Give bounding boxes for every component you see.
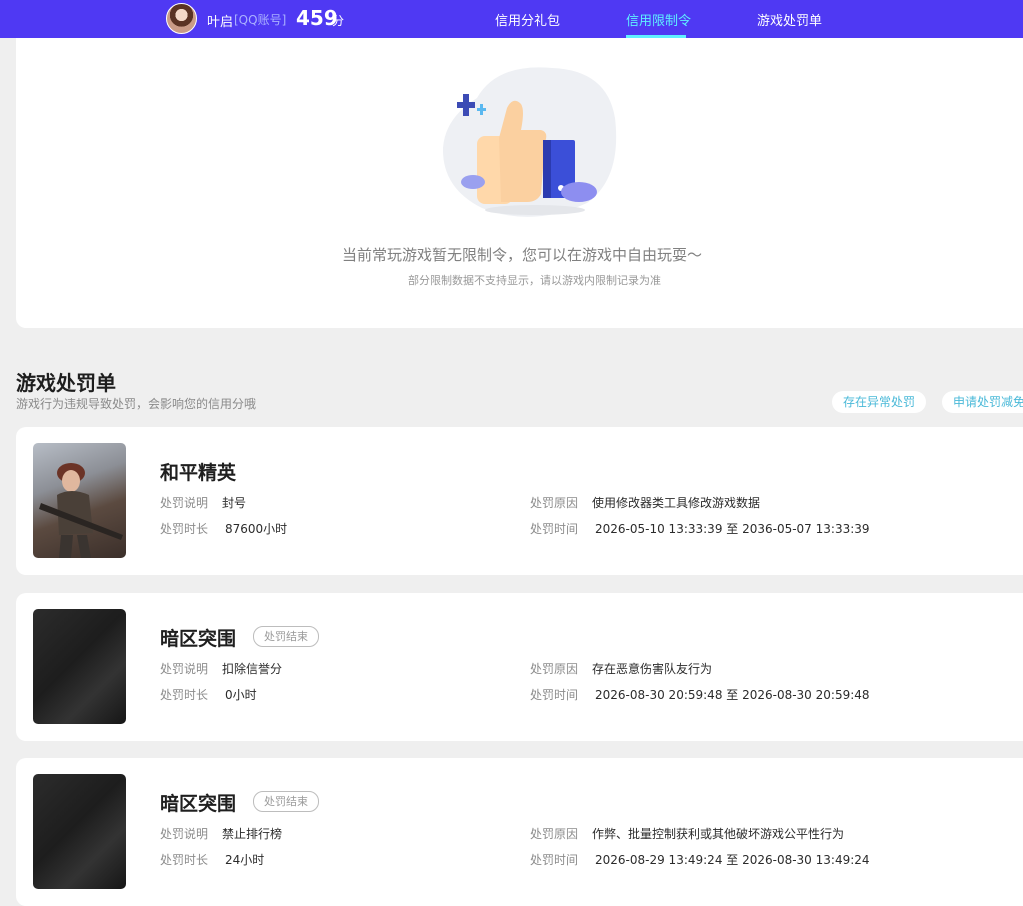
tab-credit-gift[interactable]: 信用分礼包 (495, 10, 560, 29)
penalty-section-subtitle: 游戏行为违规导致处罚，会影响您的信用分哦 (16, 397, 257, 411)
game-cover-image (33, 609, 126, 724)
time-label: 处罚时间 (530, 688, 579, 702)
game-name: 和平精英 (160, 462, 237, 484)
time-value: 2026-08-29 13:49:24 至 2026-08-30 13:49:2… (595, 853, 870, 867)
reason-value: 存在恶意伤害队友行为 (592, 662, 713, 676)
duration-value: 24小时 (225, 853, 265, 867)
user-avatar[interactable] (166, 3, 197, 34)
soldier-figure-icon (39, 463, 123, 558)
desc-value: 禁止排行榜 (222, 827, 283, 841)
desc-label: 处罚说明 (160, 827, 209, 841)
game-cover-image (33, 443, 126, 558)
desc-value: 封号 (222, 496, 247, 510)
account-type: [QQ账号] (234, 13, 287, 27)
reason-label: 处罚原因 (530, 827, 579, 841)
reason-value: 作弊、批量控制获利或其他破坏游戏公平性行为 (592, 827, 845, 841)
reason-label: 处罚原因 (530, 496, 579, 510)
tab-game-penalty[interactable]: 游戏处罚单 (757, 10, 822, 29)
time-label: 处罚时间 (530, 522, 579, 536)
empty-state-note: 部分限制数据不支持显示，请以游戏内限制记录为准 (408, 274, 661, 287)
abnormal-penalty-button[interactable]: 存在异常处罚 (832, 391, 927, 413)
game-name: 暗区突围 (160, 793, 237, 815)
score-unit: 分 (332, 14, 345, 28)
game-name: 暗区突围 (160, 628, 237, 650)
desc-label: 处罚说明 (160, 496, 209, 510)
reason-label: 处罚原因 (530, 662, 579, 676)
penalty-card[interactable]: 暗区突围 处罚结束 处罚说明 扣除信誉分 处罚时长 0小时 处罚原因 存在恶意伤… (16, 593, 1023, 741)
duration-label: 处罚时长 (160, 853, 209, 867)
user-name: 叶启 (207, 15, 234, 30)
time-value: 2026-08-30 20:59:48 至 2026-08-30 20:59:4… (595, 688, 870, 702)
time-value: 2026-05-10 13:33:39 至 2036-05-07 13:33:3… (595, 522, 870, 536)
duration-value: 87600小时 (225, 522, 288, 536)
thumbs-up-illustration-icon (442, 67, 617, 217)
game-cover-image (33, 774, 126, 889)
penalty-card[interactable]: 和平精英 处罚说明 封号 处罚时长 87600小时 处罚原因 使用修改器类工具修… (16, 427, 1023, 575)
reason-value: 使用修改器类工具修改游戏数据 (592, 496, 761, 510)
status-badge: 处罚结束 (253, 791, 319, 812)
tab-credit-restriction[interactable]: 信用限制令 (626, 10, 691, 29)
status-badge: 处罚结束 (253, 626, 319, 647)
duration-label: 处罚时长 (160, 688, 209, 702)
top-bar: 叶启 [QQ账号] 459 分 信用分礼包 信用限制令 游戏处罚单 (0, 0, 1023, 38)
penalty-card[interactable]: 暗区突围 处罚结束 处罚说明 禁止排行榜 处罚时长 24小时 处罚原因 作弊、批… (16, 758, 1023, 906)
duration-value: 0小时 (225, 688, 257, 702)
duration-label: 处罚时长 (160, 522, 209, 536)
desc-value: 扣除信誉分 (222, 662, 283, 676)
desc-label: 处罚说明 (160, 662, 209, 676)
apply-reduction-button[interactable]: 申请处罚减免 (942, 391, 1023, 413)
time-label: 处罚时间 (530, 853, 579, 867)
penalty-section-title: 游戏处罚单 (16, 371, 116, 395)
empty-state-message: 当前常玩游戏暂无限制令，您可以在游戏中自由玩耍～ (342, 246, 703, 264)
